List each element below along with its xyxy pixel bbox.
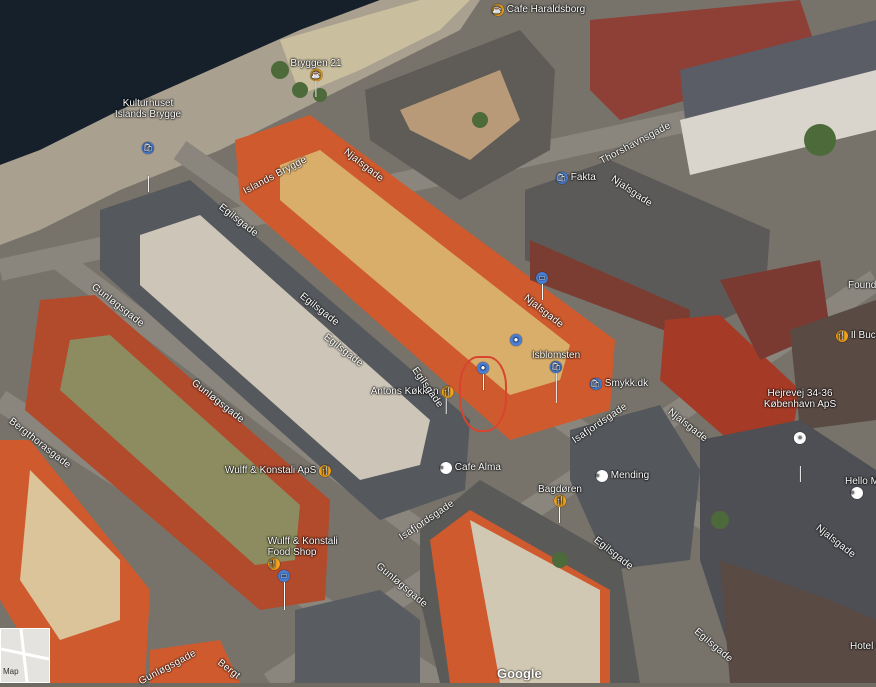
poi-kulturhuset[interactable]: Kulturhuset Islands Brygge 🛍 [115,76,181,203]
shopping-icon: 🛍 [556,172,568,184]
place-icon: ▪ [794,432,806,444]
cafe-icon: ☕ [492,4,504,16]
poi-hejrevej[interactable]: Hejrevej 34-36 København ApS ▪ [764,366,836,493]
poi-label: Smykk.dk [604,378,649,389]
shopping-icon: 🛍 [142,142,154,154]
poi-wulff-konstali-aps[interactable]: Wulff & Konstali ApS 🍴 [224,465,332,477]
poi-wulff-food-shop[interactable]: Wulff & Konstali Food Shop 🍴 [262,525,338,570]
transit-icon: ▭ [278,570,290,582]
poi-isblomsten[interactable]: Isblomsten 🛍 [532,350,580,403]
poi-bagdoren[interactable]: Bagdøren 🍴 [538,484,582,523]
poi-label: Founde [848,280,876,291]
poi-mending[interactable]: ▪ Mending [596,470,649,482]
poi-label: Hejrevej 34-36 København ApS [763,388,837,410]
poi-label: Isblomsten [531,350,581,361]
highlight-ring [459,356,507,432]
poi-label: Wulff & Konstali Food Shop [267,536,338,558]
poi-il-buco[interactable]: 🍴 Il Buco [836,330,876,342]
poi-label: Cafe Haraldsborg [506,4,586,15]
shopping-icon: 🛍 [549,361,562,373]
poi-smykk[interactable]: 🛍 Smykk.dk [590,378,648,390]
minimap-label: Map [3,667,19,676]
place-icon: ▪ [440,462,452,474]
poi-cafe-alma[interactable]: ▪ Cafe Alma [440,462,501,474]
poi-stem [799,466,801,482]
restaurant-icon: 🍴 [553,495,566,507]
poi-founde[interactable]: Founde [848,280,876,291]
poi-stem [541,284,543,300]
restaurant-icon: 🍴 [267,558,280,570]
poi-label: Cafe Alma [454,462,501,473]
poi-label: Hello M [845,476,876,487]
poi-label: Wulff & Konstali ApS [224,465,317,476]
poi-stem [555,373,557,403]
poi-label: Kulturhuset Islands Brygge [114,98,182,120]
poi-label: Fakta [570,172,596,183]
poi-hello-m[interactable]: Hello M ▪ [845,476,876,499]
poi-label: Il Buco [850,330,876,341]
poi-stem [283,582,285,610]
shopping-icon: 🛍 [590,378,602,390]
restaurant-icon: 🍴 [319,465,332,477]
poi-label: Bryggen 21 [290,58,342,69]
poi-cafe-haraldsborg[interactable]: ☕ Cafe Haraldsborg [492,4,585,16]
poi-transit-1[interactable]: ▭ [536,272,548,300]
poi-hotel-c[interactable]: Hotel C [850,641,876,652]
place-icon: ● [510,334,522,346]
cafe-icon: ☕ [310,69,322,81]
poi-place-1[interactable]: ● [510,334,522,346]
poi-transit-2[interactable]: ▭ [278,570,290,610]
google-logo: Google [497,666,542,681]
poi-stem [315,81,317,97]
place-icon: ▪ [851,487,863,499]
restaurant-icon: 🍴 [836,330,848,342]
poi-stem [147,176,149,192]
transit-icon: ▭ [536,272,548,284]
map-type-toggle[interactable]: Map [0,628,50,683]
poi-fakta[interactable]: 🛍 Fakta [556,172,596,184]
poi-bryggen-21[interactable]: Bryggen 21 ☕ [290,58,342,97]
poi-label: Hotel C [850,641,876,652]
poi-label: Mending [610,470,650,481]
poi-stem [559,507,561,523]
place-icon: ▪ [596,470,608,482]
restaurant-icon: 🍴 [441,386,454,398]
poi-stem [445,398,447,414]
poi-label: Bagdøren [538,484,582,495]
